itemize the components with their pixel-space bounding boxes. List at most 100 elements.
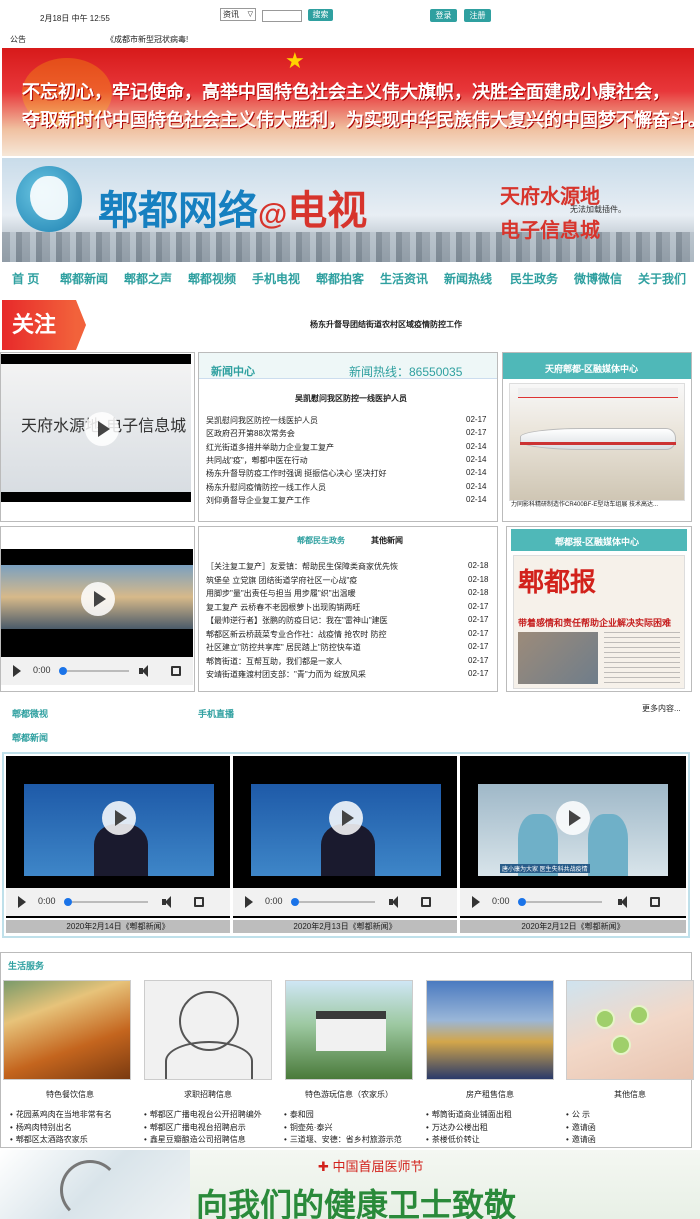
life-list-item[interactable]: 郫筒街道商业铺面出租 (426, 1109, 512, 1120)
life-caption-realestate[interactable]: 房产租售信息 (426, 1089, 554, 1100)
nav-pidu-video[interactable]: 郫都视频 (188, 270, 236, 287)
life-list-item[interactable]: 铜壶苑·泰兴 (284, 1122, 333, 1133)
life-caption-food[interactable]: 特色餐饮信息 (6, 1089, 134, 1100)
nav-gov-affairs[interactable]: 民生政务 (510, 270, 558, 287)
volume-icon[interactable] (618, 896, 628, 908)
gov-news-item[interactable]: 筑堡垒 立党旗 团结街道学府社区一心战"疫 (206, 575, 357, 586)
news-center-item[interactable]: 刘仰勇督导企业复工复产工作 (206, 495, 310, 506)
nav-news-hotline[interactable]: 新闻热线 (444, 270, 492, 287)
play-control-icon[interactable] (472, 896, 480, 908)
nav-pidu-paike[interactable]: 郫都拍客 (316, 270, 364, 287)
life-list-item[interactable]: 邀请函 (566, 1122, 596, 1133)
gov-news-item[interactable]: 用脚步"量"出责任与担当 用步履"织"出温暖 (206, 588, 356, 599)
seek-bar[interactable] (526, 901, 602, 903)
life-caption-other[interactable]: 其他信息 (566, 1089, 694, 1100)
news-video-3[interactable]: 唐小康为大家 医生失科共战疫情 0:00 (460, 756, 686, 918)
news-video-1[interactable]: 0:00 (6, 756, 230, 918)
volume-icon[interactable] (139, 665, 149, 677)
nav-life-info[interactable]: 生活资讯 (380, 270, 428, 287)
nav-mobile-tv[interactable]: 手机电视 (252, 270, 300, 287)
seek-handle[interactable] (291, 898, 299, 906)
doctor-day-banner[interactable]: ✚ 中国首届医师节 向我们的健康卫士致敬 (0, 1150, 700, 1219)
fullscreen-icon[interactable] (421, 897, 431, 907)
weibo-link[interactable]: 郫都微视 (12, 707, 48, 720)
news-center-item[interactable]: 杨东升督导防疫工作时强调 挺振信心决心 坚决打好 (206, 468, 386, 479)
gov-news-item[interactable]: 社区建立"防控共享库" 居民踏上"防控快车道 (206, 642, 361, 653)
search-input[interactable] (262, 10, 302, 22)
news-center-item[interactable]: 杨东升慰问疫情防控一线工作人员 (206, 482, 326, 493)
life-list-item[interactable]: 杨鸡肉特别出名 (10, 1122, 72, 1133)
news-center-item[interactable]: 共同战"疫"，郫都中医在行动 (206, 455, 308, 466)
gov-news-item[interactable]: 安靖街道雍渡村团支部："青"力而为 绽放风采 (206, 669, 366, 680)
login-button[interactable]: 登录 (430, 9, 457, 22)
register-button[interactable]: 注册 (464, 9, 491, 22)
mobile-live-link[interactable]: 手机直播 (198, 707, 234, 720)
life-image-jobs[interactable] (144, 980, 272, 1080)
play-icon[interactable] (329, 801, 363, 835)
news-video-2-caption[interactable]: 2020年2月13日《郫都新闻》 (233, 920, 457, 933)
life-caption-travel[interactable]: 特色游玩信息（农家乐） (285, 1089, 413, 1100)
life-list-item[interactable]: 邀请函 (566, 1134, 596, 1145)
nav-weibo-weixin[interactable]: 微博微信 (574, 270, 622, 287)
more-link[interactable]: 更多内容... (642, 703, 681, 714)
gov-news-item[interactable]: 郫都区新云桥蔬菜专业合作社：战疫情 抢农时 防控 (206, 629, 386, 640)
newspaper-image[interactable]: 郫都报 带着感情和责任帮助企业解决实际困难 (513, 555, 685, 689)
fullscreen-icon[interactable] (194, 897, 204, 907)
other-news-tab[interactable]: 其他新闻 (371, 535, 403, 546)
seek-bar[interactable] (72, 901, 148, 903)
life-list-item[interactable]: 泰和园 (284, 1109, 314, 1120)
life-list-item[interactable]: 鑫星豆瓣酿造公司招聘信息 (144, 1134, 246, 1145)
life-services-title[interactable]: 生活服务 (8, 959, 44, 972)
nav-pidu-news[interactable]: 郫都新闻 (60, 270, 108, 287)
video1-player[interactable]: 天府水源地 电子信息城 (1, 354, 191, 502)
seek-handle[interactable] (59, 667, 67, 675)
pidu-news-link[interactable]: 郫都新闻 (12, 731, 48, 744)
life-caption-jobs[interactable]: 求职招聘信息 (144, 1089, 272, 1100)
gov-news-item[interactable]: 郫筒街道：互帮互助，我们都是一家人 (206, 656, 342, 667)
play-icon[interactable] (102, 801, 136, 835)
news-center-title[interactable]: 新闻中心 (211, 363, 255, 379)
life-list-item[interactable]: 公 示 (566, 1109, 590, 1120)
gov-news-item[interactable]: ［关注复工复产］友爱镇：帮助民生保障类商家优先恢 (206, 561, 398, 572)
seek-handle[interactable] (64, 898, 72, 906)
play-icon[interactable] (81, 582, 115, 616)
seek-bar[interactable] (299, 901, 375, 903)
life-list-item[interactable]: 郫都区广播电视台招聘启示 (144, 1122, 246, 1133)
life-list-item[interactable]: 茶楼低价转让 (426, 1134, 480, 1145)
gov-news-tab[interactable]: 郫都民生政务 (297, 535, 345, 546)
life-list-item[interactable]: 万达办公楼出租 (426, 1122, 488, 1133)
media-center-title[interactable]: 天府郫都-区融媒体中心 (545, 362, 638, 375)
notice-marquee[interactable]: 《成都市新型冠状病毒! (106, 34, 188, 45)
news-center-item[interactable]: 红光街道多措并举助力企业复工复产 (206, 442, 334, 453)
gov-news-item[interactable]: 【最帅逆行者】张鹏的防疫日记：我在"雷神山"建医 (206, 615, 388, 626)
news-center-item[interactable]: 吴凯慰问我区防控一线医护人员 (206, 415, 318, 426)
search-button[interactable]: 搜索 (308, 9, 333, 21)
fullscreen-icon[interactable] (171, 666, 181, 676)
play-control-icon[interactable] (13, 665, 21, 677)
news-center-item[interactable]: 区政府召开第88次常务会 (206, 428, 295, 439)
volume-icon[interactable] (162, 896, 172, 908)
volume-icon[interactable] (389, 896, 399, 908)
media-center-image[interactable] (509, 383, 685, 501)
life-list-item[interactable]: 花园蒸鸡肉在当地非常有名 (10, 1109, 112, 1120)
fullscreen-icon[interactable] (650, 897, 660, 907)
video2-player[interactable]: 0:00 (1, 549, 193, 685)
life-list-item[interactable]: 三道堰、安德：省乡村旅游示范 (284, 1134, 402, 1145)
life-image-travel[interactable] (285, 980, 413, 1080)
life-list-item[interactable]: 郫都区广播电视台公开招聘编外 (144, 1109, 262, 1120)
nav-about-us[interactable]: 关于我们 (638, 270, 686, 287)
play-icon[interactable] (85, 412, 119, 446)
nav-home[interactable]: 首 页 (12, 270, 39, 287)
search-category-select[interactable]: 资讯 ▽ (220, 8, 256, 21)
gov-news-item[interactable]: 复工复产 云桥春不老园根萝卜出现购销两旺 (206, 602, 360, 613)
life-image-realestate[interactable] (426, 980, 554, 1080)
news-center-headline[interactable]: 吴凯慰问我区防控一线医护人员 (295, 393, 407, 404)
nav-pidu-voice[interactable]: 郫都之声 (124, 270, 172, 287)
play-control-icon[interactable] (245, 896, 253, 908)
newspaper-title[interactable]: 郫都报-区融媒体中心 (555, 535, 639, 548)
play-control-icon[interactable] (18, 896, 26, 908)
news-video-1-caption[interactable]: 2020年2月14日《郫都新闻》 (6, 920, 230, 933)
focus-headline[interactable]: 杨东升督导团结街道农村区域疫情防控工作 (310, 319, 462, 330)
seek-handle[interactable] (518, 898, 526, 906)
news-video-3-caption[interactable]: 2020年2月12日《郫都新闻》 (460, 920, 686, 933)
